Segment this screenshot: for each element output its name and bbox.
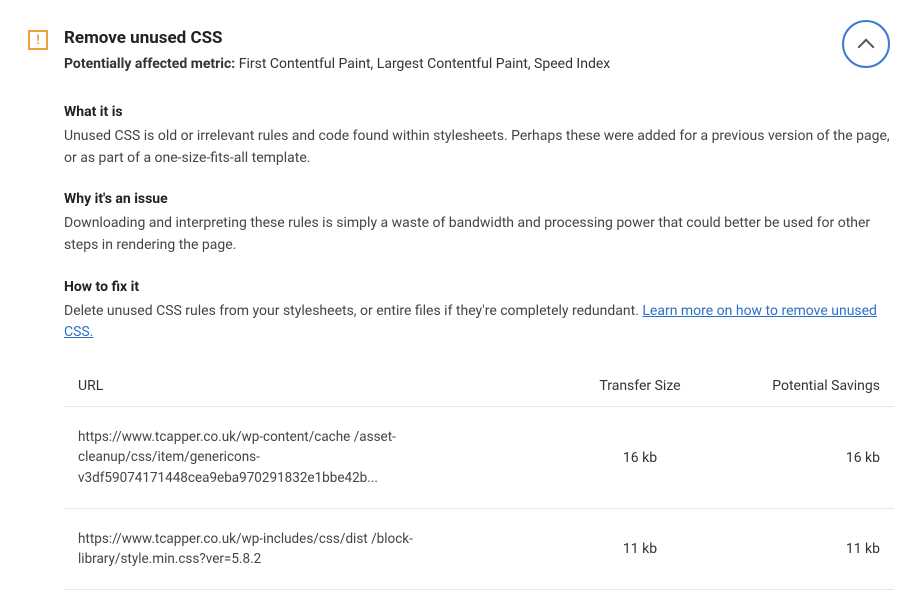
results-table: URL Transfer Size Potential Savings http… [64, 366, 894, 590]
cell-potential-savings: 16 kb [720, 450, 880, 466]
cell-transfer-size: 11 kb [560, 541, 720, 557]
how-to-fix-section: How to fix it Delete unused CSS rules fr… [64, 279, 894, 344]
col-header-potential-savings: Potential Savings [720, 378, 880, 394]
collapse-button[interactable] [842, 20, 890, 68]
why-issue-section: Why it's an issue Downloading and interp… [64, 191, 894, 256]
header-content: Remove unused CSS Potentially affected m… [64, 28, 894, 72]
why-issue-text: Downloading and interpreting these rules… [64, 213, 894, 256]
how-to-fix-text: Delete unused CSS rules from your styles… [64, 301, 894, 344]
what-it-is-text: Unused CSS is old or irrelevant rules an… [64, 126, 894, 169]
url-text: https://www.tcapper.co.uk/wp-includes/cs… [78, 529, 448, 570]
col-header-url: URL [78, 378, 560, 394]
what-it-is-section: What it is Unused CSS is old or irreleva… [64, 104, 894, 169]
affected-metric-value: First Contentful Paint, Largest Contentf… [239, 56, 611, 72]
how-to-fix-body: Delete unused CSS rules from your styles… [64, 303, 642, 319]
chevron-up-icon [858, 38, 875, 55]
table-row: https://www.tcapper.co.uk/wp-includes/cs… [64, 509, 894, 591]
audit-header: ! Remove unused CSS Potentially affected… [28, 28, 894, 72]
audit-body: What it is Unused CSS is old or irreleva… [64, 104, 894, 590]
table-row: https://www.tcapper.co.uk/wp-content/cac… [64, 407, 894, 509]
table-header-row: URL Transfer Size Potential Savings [64, 366, 894, 407]
audit-panel: ! Remove unused CSS Potentially affected… [0, 0, 918, 610]
col-header-transfer-size: Transfer Size [560, 378, 720, 394]
warning-icon: ! [28, 30, 48, 50]
how-to-fix-heading: How to fix it [64, 279, 894, 295]
cell-url: https://www.tcapper.co.uk/wp-content/cac… [78, 427, 560, 488]
url-text: https://www.tcapper.co.uk/wp-content/cac… [78, 427, 448, 488]
affected-metric-line: Potentially affected metric: First Conte… [64, 56, 894, 72]
affected-metric-label: Potentially affected metric: [64, 56, 235, 72]
why-issue-heading: Why it's an issue [64, 191, 894, 207]
cell-url: https://www.tcapper.co.uk/wp-includes/cs… [78, 529, 560, 570]
cell-transfer-size: 16 kb [560, 450, 720, 466]
what-it-is-heading: What it is [64, 104, 894, 120]
audit-title: Remove unused CSS [64, 28, 894, 48]
cell-potential-savings: 11 kb [720, 541, 880, 557]
warning-icon-glyph: ! [36, 34, 40, 47]
